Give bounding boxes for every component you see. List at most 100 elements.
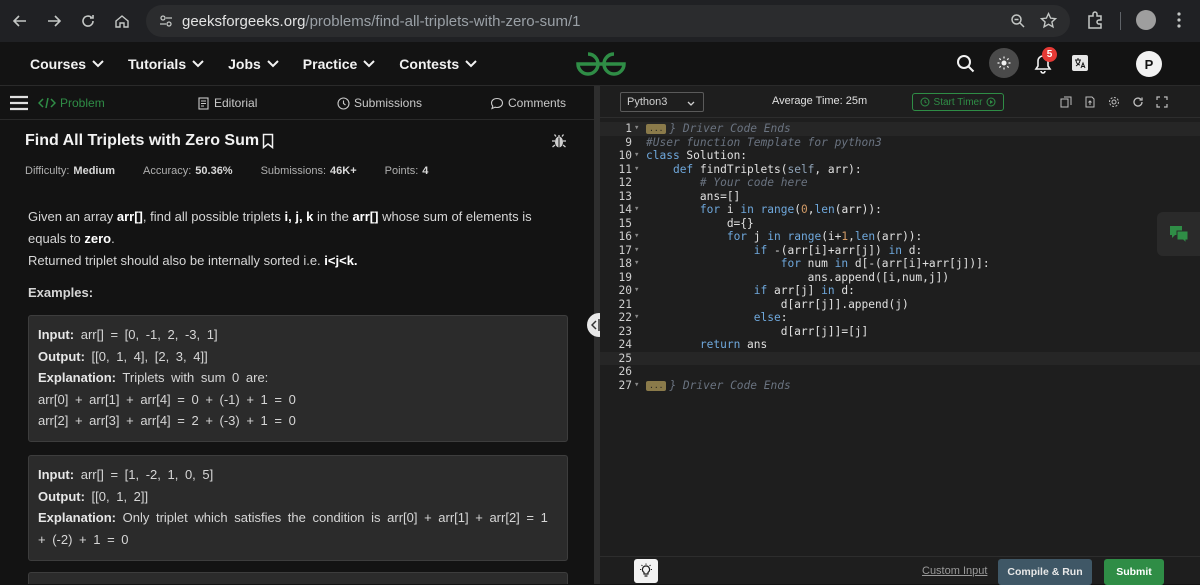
browser-toolbar: geeksforgeeks.org/problems/find-all-trip… [0,0,1200,42]
fold-arrow-icon[interactable]: ▾ [634,163,639,177]
fold-arrow-icon[interactable]: ▾ [634,257,639,271]
fold-arrow-icon[interactable]: ▾ [634,230,639,244]
hamburger-menu-icon[interactable] [10,95,28,116]
editor-footer: Custom Input Compile & Run Submit [600,556,1200,585]
code-line[interactable]: 19 ans.append([i,num,j]) [600,271,1200,285]
problem-meta: Difficulty: Medium Accuracy: 50.36% Submis… [25,165,429,177]
code-line[interactable]: 17 ▾ if -(arr[i]+arr[j]) in d: [600,244,1200,258]
accuracy-value: 50.36% [195,165,233,177]
menu-practice[interactable]: Practice [303,56,375,72]
line-number: 15 [618,216,632,230]
bookmark-icon[interactable] [262,133,274,149]
line-number: 14 [618,203,632,216]
code-line[interactable]: 1 ▾ ...} Driver Code Ends [600,122,1200,136]
url-text: geeksforgeeks.org/problems/find-all-trip… [182,12,581,30]
code-text: def findTriplets(self, arr): [672,162,862,176]
lightbulb-icon [640,563,652,577]
menu-tutorials[interactable]: Tutorials [128,56,204,72]
site-info-icon[interactable] [158,13,174,29]
code-line[interactable]: 26 [600,365,1200,379]
file-upload-icon[interactable] [1084,95,1096,113]
reload-icon[interactable] [74,7,102,35]
extensions-icon[interactable] [1086,11,1104,34]
tab-problem[interactable]: Problem [38,96,105,110]
tab-submissions[interactable]: Submissions [337,96,422,110]
theme-toggle-button[interactable] [989,48,1019,78]
chevron-down-icon [192,59,204,67]
custom-input-link[interactable]: Custom Input [922,565,987,577]
code-line[interactable]: 9 #User function Template for python3 [600,136,1200,150]
reset-icon[interactable] [1132,95,1144,113]
code-text: ans.append([i,num,j]) [646,270,950,284]
fold-arrow-icon[interactable]: ▾ [634,203,639,217]
code-line[interactable]: 22 ▾ else: [600,311,1200,325]
tab-comments[interactable]: Comments [490,96,566,110]
start-timer-button[interactable]: Start Timer [912,93,1004,111]
submissions-value: 46K+ [330,165,357,177]
menu-courses[interactable]: Courses [30,56,104,72]
code-line[interactable]: 10 ▾ class Solution: [600,149,1200,163]
address-bar[interactable]: geeksforgeeks.org/problems/find-all-trip… [146,5,1070,37]
fold-arrow-icon[interactable]: ▾ [634,311,639,325]
fold-arrow-icon[interactable]: ▾ [634,122,639,136]
code-line[interactable]: 24 return ans [600,338,1200,352]
chat-button[interactable] [1157,212,1200,256]
editor-pane: Python3 Average Time: 25m Start Timer 1 ▾… [600,86,1200,585]
code-line[interactable]: 11 ▾ def findTriplets(self, arr): [600,163,1200,177]
fold-tag[interactable]: ... [646,380,667,391]
code-line[interactable]: 20 ▾ if arr[j] in d: [600,284,1200,298]
fold-tag[interactable]: ... [646,124,667,134]
copy-icon[interactable] [1060,95,1072,113]
profile-avatar[interactable] [1136,10,1156,30]
zoom-icon[interactable] [1010,13,1026,34]
fullscreen-icon[interactable] [1156,95,1168,113]
forward-icon[interactable] [40,7,68,35]
code-line[interactable]: 16 ▾ for j in range(i+1,len(arr)): [600,230,1200,244]
search-icon[interactable] [956,54,976,79]
code-editor[interactable]: 1 ▾...} Driver Code Ends 9 #User function T… [600,118,1200,556]
chat-icon [1169,226,1188,243]
browser-menu-icon[interactable] [1176,11,1182,34]
difficulty-value: Medium [73,165,115,177]
problem-title: Find All Triplets with Zero Sum [25,132,260,149]
code-line[interactable]: 18 ▾ for num in d[-(arr[i]+arr[j])]: [600,257,1200,271]
menu-jobs[interactable]: Jobs [228,56,279,72]
user-avatar[interactable]: P [1136,51,1162,77]
bug-report-icon[interactable] [550,132,568,155]
code-text: ...} Driver Code Ends [646,122,791,136]
submit-button[interactable]: Submit [1104,559,1164,585]
fold-arrow-icon[interactable]: ▾ [634,284,639,298]
language-select[interactable]: Python3 [620,92,704,112]
code-icon [38,97,56,109]
code-text: return ans [699,338,768,351]
code-line[interactable]: 21 d[arr[j]].append(j) [600,298,1200,312]
code-line[interactable]: 13 ans=[] [600,190,1200,204]
settings-gear-icon[interactable] [1108,95,1120,113]
translate-icon[interactable] [1072,55,1088,71]
back-icon[interactable] [6,7,34,35]
code-line[interactable]: 25 [600,351,1200,365]
code-text: ...} Driver Code Ends [646,379,791,393]
line-number: 1 [625,122,632,135]
problem-tabs: Problem Editorial Submissions Comments [0,86,594,120]
hint-button[interactable] [634,559,658,583]
fold-arrow-icon[interactable]: ▾ [634,149,639,163]
compile-run-button[interactable]: Compile & Run [998,559,1092,585]
bookmark-star-icon[interactable] [1039,11,1058,34]
sun-icon [997,56,1011,70]
code-line[interactable]: 15 d={} [600,217,1200,231]
code-line[interactable]: 23 d[arr[j]]=[j] [600,325,1200,339]
clock-icon [337,96,350,110]
code-line[interactable]: 27 ▾ ...} Driver Code Ends [600,379,1200,393]
code-line[interactable]: 12 # Your code here [600,176,1200,190]
tab-editorial[interactable]: Editorial [198,96,257,110]
editor-toolbar: Python3 Average Time: 25m Start Timer [600,86,1200,118]
home-icon[interactable] [108,7,136,35]
fold-arrow-icon[interactable]: ▾ [634,244,639,258]
line-number: 9 [625,135,632,149]
comment-icon [490,97,504,109]
code-line[interactable]: 14 ▾ for i in range(0,len(arr)): [600,203,1200,217]
fold-arrow-icon[interactable]: ▾ [634,379,639,393]
menu-contests[interactable]: Contests [399,56,477,72]
gfg-logo-icon[interactable] [574,50,628,78]
